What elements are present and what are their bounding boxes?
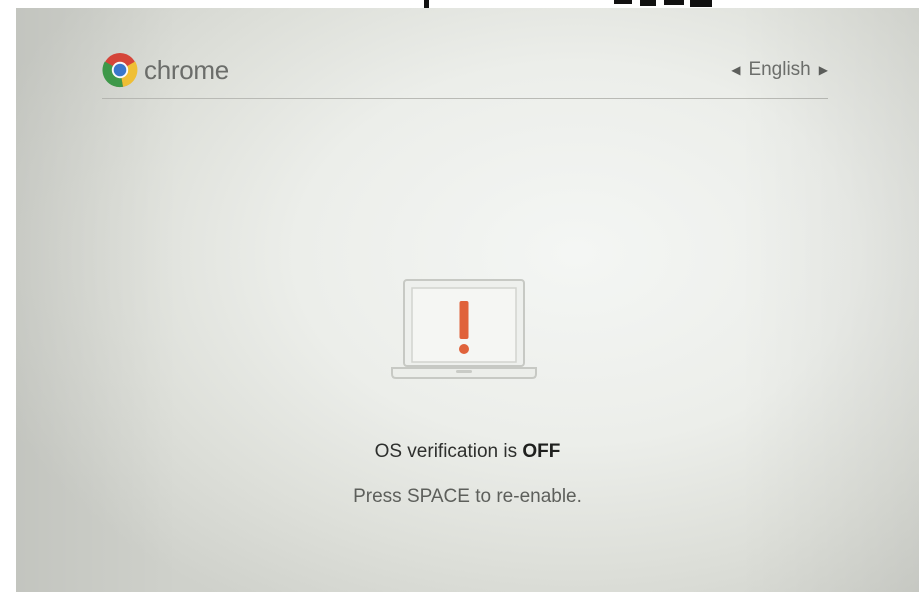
header-bar: chrome ◀ English ▶ [102, 46, 828, 99]
chevron-left-icon[interactable]: ◀ [731, 63, 740, 77]
laptop-warning-illustration [390, 278, 538, 382]
top-strip [0, 0, 919, 8]
verification-status: OS verification is OFF [16, 441, 919, 463]
brand-name: chrome [144, 54, 229, 85]
status-value: OFF [522, 441, 561, 462]
status-prefix: OS verification is [374, 441, 523, 462]
exclamation-bar [459, 301, 469, 339]
language-selector[interactable]: ◀ English ▶ [731, 58, 828, 82]
brand: chrome [102, 50, 229, 90]
reenable-instruction: Press SPACE to re-enable. [353, 486, 582, 507]
recovery-screen: chrome ◀ English ▶ OS verification is OF… [16, 8, 919, 592]
laptop-warning-icon [391, 279, 537, 379]
cropped-caption-glyphs [424, 0, 712, 8]
language-label[interactable]: English [748, 59, 810, 81]
chrome-logo-icon [102, 53, 138, 88]
chevron-right-icon[interactable]: ▶ [819, 63, 828, 77]
screen-left-edge [0, 8, 16, 592]
